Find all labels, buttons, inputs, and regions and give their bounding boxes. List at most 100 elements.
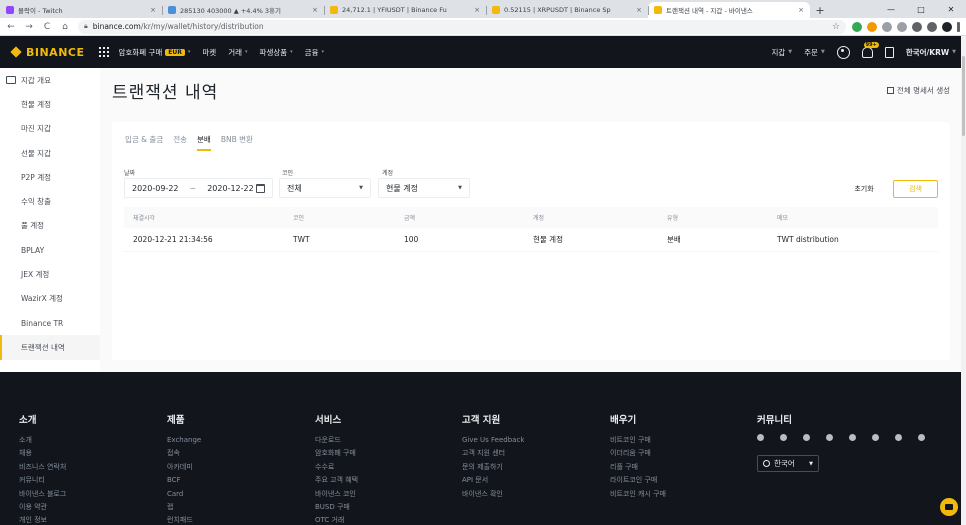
footer-link[interactable]: OTC 거래 (315, 514, 358, 525)
footer-link[interactable]: 랩 (167, 501, 201, 514)
footer-link[interactable]: 런치패드 (167, 514, 201, 525)
footer-link[interactable]: 암호화폐 구매 (315, 447, 358, 460)
sidebar-item[interactable]: 풀 계정 (0, 214, 100, 238)
back-icon[interactable]: ← (4, 22, 18, 32)
footer-language-select[interactable]: 한국어 ▼ (757, 455, 819, 472)
nav-item[interactable]: 파생상품 ▾ (260, 47, 293, 58)
nav-item[interactable]: 거래 ▾ (228, 47, 247, 58)
footer-link[interactable]: 수수료 (315, 461, 358, 474)
reload-icon[interactable]: C (40, 22, 54, 32)
close-tab-icon[interactable]: × (312, 6, 318, 14)
chat-support-button[interactable] (940, 498, 958, 516)
extension-icon[interactable] (852, 21, 862, 32)
browser-tab[interactable]: 0.52115 | XRPUSDT | Binance Sp × (486, 2, 648, 18)
nav-item[interactable]: 암호화폐 구매 EUR ▾ (119, 47, 191, 58)
language-currency-menu[interactable]: 한국어/KRW ▼ (906, 47, 956, 58)
close-tab-icon[interactable]: × (798, 6, 804, 14)
footer-link[interactable]: 아카데미 (167, 461, 201, 474)
generate-statement-link[interactable]: 전체 명세서 생성 (886, 85, 950, 96)
account-select[interactable]: 현물 계정 ▼ (378, 178, 470, 198)
minimize-button[interactable]: — (876, 0, 906, 18)
new-tab-button[interactable]: + (812, 2, 828, 18)
close-tab-icon[interactable]: × (636, 6, 642, 14)
footer-link[interactable]: 접속 (167, 447, 201, 460)
footer-link[interactable]: 고객 지원 센터 (462, 447, 524, 460)
user-button[interactable] (836, 45, 850, 59)
binance-logo[interactable]: BINANCE (10, 46, 85, 59)
footer-link[interactable]: Card (167, 488, 201, 501)
sidebar-item[interactable]: WazirX 계정 (0, 287, 100, 311)
browser-menu-icon[interactable] (957, 21, 960, 32)
extension-icon[interactable] (867, 21, 877, 32)
footer-link[interactable]: 주요 고객 혜택 (315, 474, 358, 487)
footer-link[interactable]: BCF (167, 474, 201, 487)
footer-link[interactable]: 비트코인 구매 (610, 434, 666, 447)
sidebar-item[interactable]: BPLAY (0, 238, 100, 262)
orders-menu[interactable]: 주문 ▼ (804, 47, 825, 58)
page-scrollbar[interactable] (961, 36, 966, 525)
coinmarketcap-icon[interactable] (872, 434, 879, 441)
address-bar[interactable]: 🔒︎ binance.com /kr/my/wallet/history/dis… (78, 19, 846, 34)
reset-button[interactable]: 초기화 (844, 180, 884, 198)
sidebar-item[interactable]: 현물 계정 (0, 92, 100, 116)
footer-link[interactable]: 커뮤니티 (19, 474, 66, 487)
home-icon[interactable]: ⌂ (58, 22, 72, 32)
youtube-icon[interactable] (918, 434, 925, 441)
forward-icon[interactable]: → (22, 22, 36, 32)
footer-link[interactable]: BUSD 구매 (315, 501, 358, 514)
footer-link[interactable]: 비즈니스 연락처 (19, 461, 66, 474)
instagram-icon[interactable] (849, 434, 856, 441)
close-tab-icon[interactable]: × (474, 6, 480, 14)
browser-tab[interactable]: 24,712.1 | YFIUSDT | Binance Fu × (324, 2, 486, 18)
extension-icon[interactable] (897, 21, 907, 32)
footer-link[interactable]: 채용 (19, 447, 66, 460)
extensions-puzzle-icon[interactable] (912, 21, 922, 32)
footer-link[interactable]: 리플 구매 (610, 461, 666, 474)
browser-tab[interactable]: 트랜잭션 내역 - 지갑 - 바이낸스 × (648, 2, 810, 18)
reddit-icon[interactable] (826, 434, 833, 441)
sidebar-item[interactable]: 수익 창출 (0, 189, 100, 213)
nav-item[interactable]: 금융 ▾ (305, 47, 324, 58)
history-tab[interactable]: 입금 & 출금 (125, 134, 163, 151)
close-tab-icon[interactable]: × (150, 6, 156, 14)
footer-link[interactable]: 바이낸스 블로그 (19, 488, 66, 501)
sidebar-item[interactable]: 트랜잭션 내역 (0, 335, 100, 360)
footer-link[interactable]: 문의 제출하기 (462, 461, 524, 474)
calendar-icon[interactable] (256, 183, 265, 193)
footer-link[interactable]: API 문서 (462, 474, 524, 487)
date-start[interactable]: 2020-09-22 (132, 184, 179, 193)
footer-link[interactable]: 라이트코인 구매 (610, 474, 666, 487)
footer-link[interactable]: 개인 정보 (19, 514, 66, 525)
bookmark-star-icon[interactable]: ☆ (832, 22, 840, 32)
sidebar-item[interactable]: 마진 지갑 (0, 117, 100, 141)
history-tab[interactable]: BNB 변환 (221, 134, 253, 151)
close-window-button[interactable]: ✕ (936, 0, 966, 18)
footer-link[interactable]: 다운로드 (315, 434, 358, 447)
history-tab[interactable]: 분배 (197, 134, 211, 151)
footer-link[interactable]: 소개 (19, 434, 66, 447)
history-tab[interactable]: 전송 (173, 134, 187, 151)
vk-icon[interactable] (895, 434, 902, 441)
date-end[interactable]: 2020-12-22 (207, 184, 254, 193)
browser-tab[interactable]: 몰락이 - Twitch × (0, 2, 162, 18)
extension-icon[interactable] (882, 21, 892, 32)
footer-link[interactable]: Give Us Feedback (462, 434, 524, 447)
scrollbar-thumb[interactable] (962, 56, 965, 136)
footer-link[interactable]: 바이낸스 코인 (315, 488, 358, 501)
apps-grid-icon[interactable] (98, 47, 109, 57)
profile-avatar[interactable] (942, 21, 952, 32)
footer-link[interactable]: 바이낸스 확인 (462, 488, 524, 501)
telegram-icon[interactable] (757, 434, 764, 441)
sidebar-item[interactable]: Binance TR (0, 311, 100, 335)
search-button[interactable]: 검색 (893, 180, 938, 198)
maximize-button[interactable]: □ (906, 0, 936, 18)
sidebar-item[interactable]: 지갑 개요 (0, 68, 100, 92)
date-range-picker[interactable]: 2020-09-22 ~ 2020-12-22 (124, 178, 273, 198)
footer-link[interactable]: 비트코인 캐시 구매 (610, 488, 666, 501)
sidebar-item[interactable]: P2P 계정 (0, 165, 100, 189)
notifications-button[interactable]: 99+ (861, 41, 879, 58)
sidebar-item[interactable]: 선물 지갑 (0, 141, 100, 165)
footer-link[interactable]: 이더리움 구매 (610, 447, 666, 460)
twitter-icon[interactable] (803, 434, 810, 441)
browser-tab[interactable]: 285130 403000 ▲ +4.4% 3휴기 × (162, 2, 324, 18)
